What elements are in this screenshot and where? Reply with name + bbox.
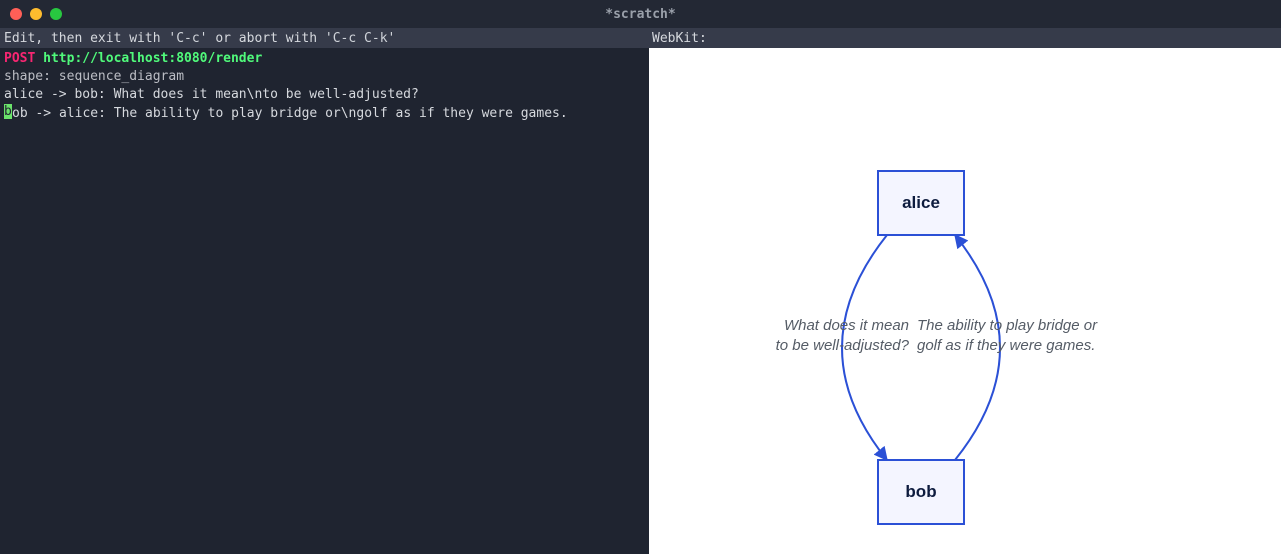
webview-pane: alice bob What does it mean to be well-ad… [648, 48, 1281, 554]
editor-line: alice -> bob: What does it mean\nto be w… [4, 87, 419, 102]
prompt-text: ' [388, 31, 396, 46]
window-title: *scratch* [0, 7, 1281, 22]
diagram-node-bob: bob [877, 459, 965, 525]
editor-line: sequence_diagram [51, 69, 184, 84]
traffic-lights [10, 8, 62, 20]
edge-label-line: The ability to play bridge or [917, 317, 1097, 334]
http-method: POST [4, 51, 35, 66]
http-url: http://localhost:8080/render [43, 51, 262, 66]
diagram-node-alice: alice [877, 170, 965, 236]
close-icon[interactable] [10, 8, 22, 20]
prompt-text: ' or abort with ' [200, 31, 333, 46]
editor-line: shape: [4, 69, 51, 84]
edge-label-line: to be well-adjusted? [776, 337, 909, 354]
keybinding: C-c C-k [333, 31, 388, 46]
minimize-icon[interactable] [30, 8, 42, 20]
diagram: alice bob What does it mean to be well-ad… [649, 48, 1281, 554]
editor-line: ob -> alice: The ability to play bridge … [12, 106, 568, 121]
text-cursor [4, 104, 12, 119]
keybinding: C-c [176, 31, 199, 46]
edge-label-line: What does it mean [784, 317, 909, 334]
status-row: Edit, then exit with 'C-c ' or abort wit… [0, 28, 1281, 48]
webview-title: WebKit: [648, 28, 1281, 48]
diagram-edges [649, 48, 1281, 554]
edge-label-right: The ability to play bridge or golf as if … [917, 316, 1147, 356]
titlebar: *scratch* [0, 0, 1281, 28]
prompt-text: Edit, then exit with ' [4, 31, 176, 46]
edge-label-left: What does it mean to be well-adjusted? [709, 316, 909, 356]
edge-label-line: golf as if they were games. [917, 337, 1095, 354]
zoom-icon[interactable] [50, 8, 62, 20]
minibuffer-prompt: Edit, then exit with 'C-c ' or abort wit… [0, 28, 648, 48]
editor-pane[interactable]: POST http://localhost:8080/render shape:… [0, 48, 648, 554]
